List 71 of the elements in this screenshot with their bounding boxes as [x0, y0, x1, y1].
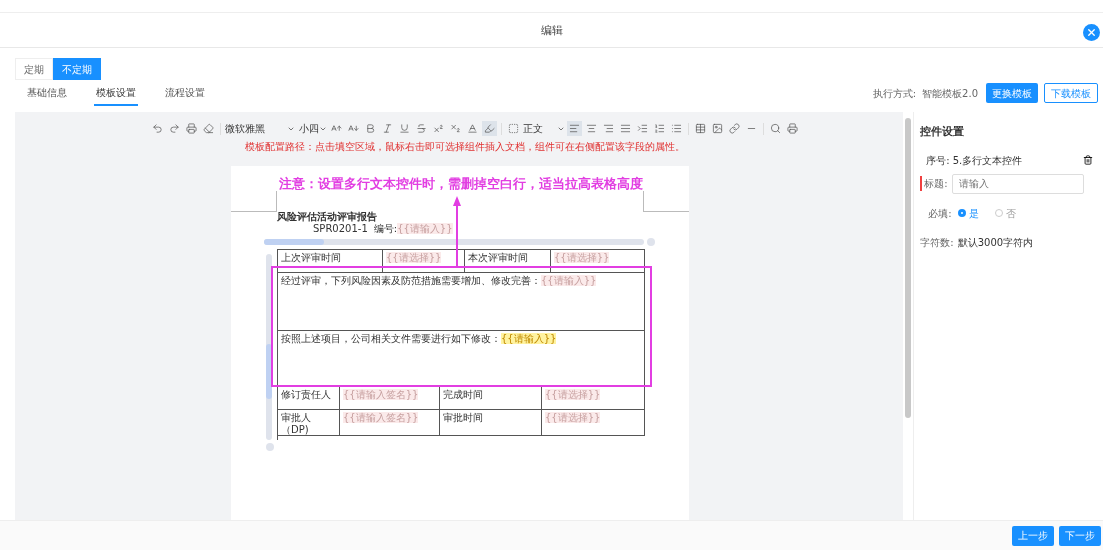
align-left-icon[interactable]	[567, 121, 582, 136]
required-radio[interactable]: 是	[957, 205, 979, 221]
table-cell: 上次评审时间	[278, 250, 383, 273]
table-handle-bar[interactable]	[264, 239, 644, 245]
placeholder-token[interactable]: {{请选择}}	[545, 389, 601, 400]
execution-label: 执行方式:	[872, 86, 917, 101]
placeholder-token[interactable]: {{请输入签名}}	[343, 389, 419, 400]
char-count-value: 默认3000字符内	[957, 235, 1034, 250]
underline-icon[interactable]	[397, 121, 412, 136]
period-toggle[interactable]: 不定期	[53, 58, 101, 80]
index-value: 5.多行文本控件	[952, 153, 1023, 168]
paragraph-select[interactable]: 正文	[523, 121, 565, 136]
margin-mark	[643, 191, 689, 212]
required-label: 必填:	[928, 206, 952, 221]
placeholder-token[interactable]: {{请输入签名}}	[343, 412, 419, 423]
link-icon[interactable]	[727, 121, 742, 136]
delete-icon[interactable]	[1083, 155, 1093, 165]
print-icon[interactable]	[184, 121, 199, 136]
placeholder-token[interactable]: {{请输入}}	[541, 275, 597, 286]
replace-template-button[interactable]: 更换模板	[986, 83, 1038, 103]
annotation-note: 注意：设置多行文本控件时，需删掉空白行，适当拉高表格高度	[279, 175, 644, 193]
download-template-button[interactable]: 下载模板	[1044, 83, 1098, 103]
placeholder-token[interactable]: {{请选择}}	[554, 252, 610, 263]
eraser-icon[interactable]	[201, 121, 216, 136]
document-code: SPR0201-1	[313, 223, 368, 235]
frame-icon[interactable]	[506, 121, 521, 136]
panel-title: 控件设置	[920, 124, 966, 140]
placeholder-token[interactable]: {{请输入}}	[501, 333, 557, 344]
highlight-icon[interactable]	[482, 121, 497, 136]
tab[interactable]: 模板设置	[94, 80, 138, 106]
font-select[interactable]: 微软雅黑	[225, 121, 297, 136]
required-radio[interactable]: 否	[994, 205, 1016, 221]
image-icon[interactable]	[710, 121, 725, 136]
annotation-arrow	[453, 196, 461, 268]
document-title: 风险评估活动评审报告	[277, 211, 378, 223]
tab[interactable]: 流程设置	[163, 80, 207, 106]
number-label: 编号:{{请输入}}	[373, 223, 453, 235]
table-cell: 经过评审，下列风险因素及防范措施需要增加、修改完善：{{请输入}}	[278, 273, 645, 331]
table-cell: 审批人（DP)	[278, 410, 340, 436]
numbered-list-icon[interactable]	[652, 121, 667, 136]
scrollbar[interactable]	[905, 118, 912, 418]
table-cell: 按照上述项目，公司相关文件需要进行如下修改：{{请输入}}	[278, 331, 645, 387]
table-cell: 审批时间	[440, 410, 542, 436]
close-icon	[1086, 27, 1097, 38]
table-icon[interactable]	[693, 121, 708, 136]
title-label: 标题:	[920, 176, 948, 191]
placeholder-token[interactable]: {{请选择}}	[545, 412, 601, 423]
period-toggle[interactable]: 定期	[15, 58, 53, 80]
placeholder-token[interactable]: {{请选择}}	[386, 252, 442, 263]
font-color-icon[interactable]	[465, 121, 480, 136]
undo-icon[interactable]	[150, 121, 165, 136]
tab[interactable]: 基础信息	[25, 80, 69, 106]
table-cell: 修订责任人	[278, 387, 340, 410]
previous-button[interactable]: 上一步	[1012, 525, 1054, 546]
execution-value: 智能模板2.0	[922, 86, 978, 101]
template-hint: 模板配置路径：点击填空区域，鼠标右击即可选择组件插入文档，组件可在右侧配置该字段的属性。	[245, 140, 686, 154]
table-cell: 本次评审时间	[465, 250, 551, 273]
table-cell: 完成时间	[440, 387, 542, 410]
search-icon[interactable]	[768, 121, 783, 136]
dialog-title: 编辑	[540, 22, 563, 39]
print-icon[interactable]	[785, 121, 800, 136]
title-input[interactable]: 请输入	[951, 173, 1084, 194]
strikethrough-icon[interactable]	[414, 121, 429, 136]
char-count-label: 字符数:	[920, 235, 954, 250]
size-select[interactable]: 小四	[299, 121, 327, 136]
row-handle-bar[interactable]	[266, 254, 272, 440]
margin-mark	[231, 191, 277, 212]
close-button[interactable]	[1083, 24, 1100, 41]
redo-icon[interactable]	[167, 121, 182, 136]
next-button[interactable]: 下一步	[1059, 525, 1101, 546]
index-label: 序号:	[926, 153, 950, 168]
